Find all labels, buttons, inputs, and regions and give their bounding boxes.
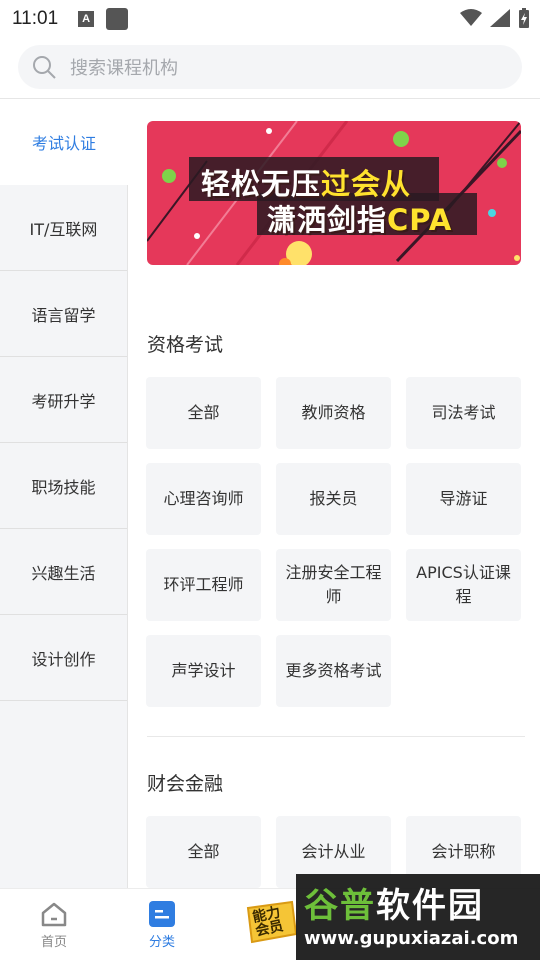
sidebar-item-exam-certification[interactable]: 考试认证 [0,99,128,185]
battery-icon [519,8,529,28]
watermark-brand-suffix: 软件园 [376,886,484,926]
promo-banner[interactable]: 轻松无压过会从 潇洒剑指CPA [147,121,521,265]
sidebar-item-label: 兴趣生活 [31,563,96,583]
section-title: 资格考试 [147,334,224,356]
sidebar-item-label: 考试认证 [31,134,96,153]
watermark-url: www.gupuxiazai.com [304,928,519,949]
search-icon [33,56,56,79]
nav-home-label: 首页 [40,935,67,950]
banner-highlight: CPA [387,203,453,237]
search-input[interactable]: 搜索课程机构 [18,45,522,89]
banner-text: 轻松无压 [201,167,322,201]
sidebar-item-label: IT/互联网 [29,219,98,239]
sidebar-item-label: 考研升学 [31,391,96,411]
category-chip[interactable]: 环评工程师 [146,549,261,621]
category-chip[interactable]: 全部 [146,816,261,888]
category-chip[interactable]: 更多资格考试 [276,635,391,707]
signal-icon [490,9,510,27]
category-chip[interactable]: 心理咨询师 [146,463,261,535]
sidebar-item-label: 职场技能 [31,477,96,497]
wifi-icon [460,9,482,26]
nav-category[interactable]: 分类 [132,901,192,950]
category-chip[interactable]: 注册安全工程师 [276,549,391,621]
sidebar-item-postgraduate[interactable]: 考研升学 [0,357,127,443]
status-bar: 11:01 A [0,0,540,38]
banner-headline-2: 潇洒剑指CPA [267,197,452,239]
section-divider [147,736,525,737]
sidebar-item-language-study-abroad[interactable]: 语言留学 [0,271,127,357]
notification-square-icon [106,8,129,30]
category-chip[interactable]: 报关员 [276,463,391,535]
category-chip[interactable]: 声学设计 [146,635,261,707]
member-badge-label[interactable]: 能力 会员 [247,904,288,939]
search-placeholder: 搜索课程机构 [70,58,178,79]
category-chip[interactable]: 导游证 [406,463,521,535]
sidebar-item-label: 语言留学 [31,305,96,325]
sidebar-item-design[interactable]: 设计创作 [0,615,127,701]
home-icon [41,902,67,927]
nav-home[interactable]: 首页 [24,901,84,950]
category-icon [149,901,175,927]
sidebar-item-workplace-skills[interactable]: 职场技能 [0,443,127,529]
category-chip[interactable]: 教师资格 [276,377,391,449]
category-chip[interactable]: 司法考试 [406,377,521,449]
sidebar-item-label: 设计创作 [31,649,96,669]
category-sidebar: 考试认证 IT/互联网 语言留学 考研升学 职场技能 兴趣生活 设计创作 [0,99,128,889]
category-chip[interactable]: APICS认证课程 [406,549,521,621]
watermark-brand: 谷普 [304,886,376,926]
watermark-title: 谷普软件园 [304,878,484,927]
notification-a-icon: A [78,11,95,27]
banner-highlight: 过会从 [321,167,412,201]
sidebar-item-hobbies[interactable]: 兴趣生活 [0,529,127,615]
category-chip[interactable]: 全部 [146,377,261,449]
site-watermark: 谷普软件园 www.gupuxiazai.com [296,874,540,960]
banner-text: 潇洒剑指 [267,203,388,237]
status-time: 11:01 [12,8,59,29]
nav-category-label: 分类 [148,935,175,950]
sidebar-item-it-internet[interactable]: IT/互联网 [0,185,127,271]
section-title: 财会金融 [147,773,224,795]
